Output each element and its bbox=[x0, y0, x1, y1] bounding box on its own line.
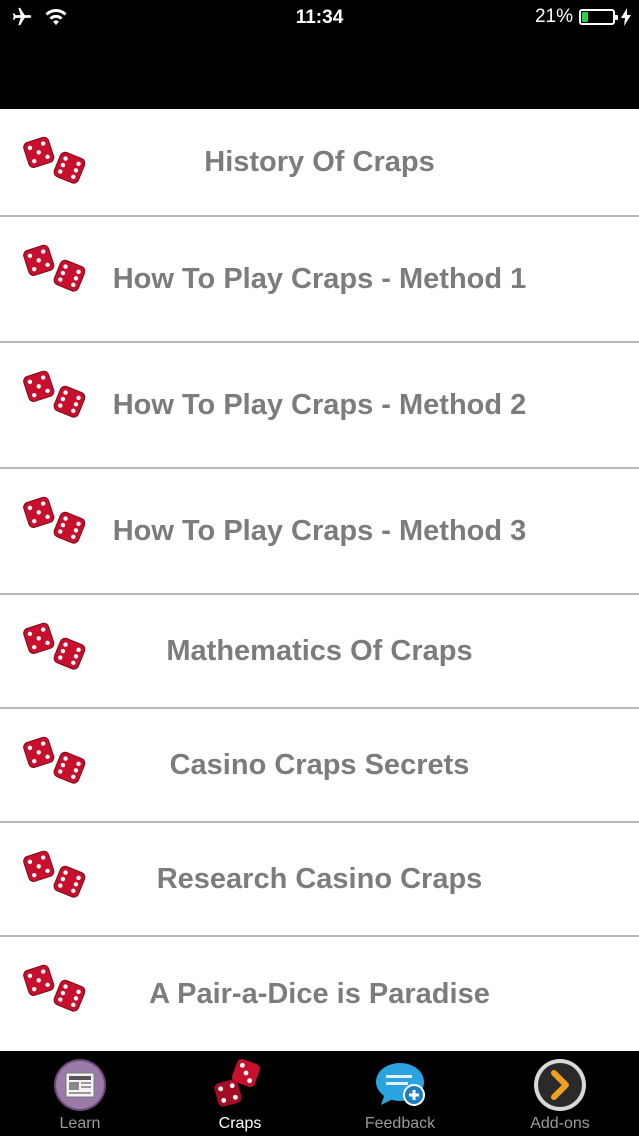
chevron-circle-icon bbox=[534, 1059, 586, 1111]
navigation-bar bbox=[0, 36, 639, 109]
newspaper-icon bbox=[54, 1059, 106, 1111]
dice-icon bbox=[22, 963, 87, 1014]
tab-bar: Learn Craps Feedback Add-ons bbox=[0, 1051, 639, 1136]
battery-fill bbox=[582, 12, 588, 22]
menu-item-label: Research Casino Craps bbox=[156, 862, 483, 895]
menu-item-label: A Pair-a-Dice is Paradise bbox=[149, 977, 490, 1010]
dice-icon bbox=[22, 621, 87, 672]
tab-label: Craps bbox=[218, 1115, 262, 1132]
dice-icon bbox=[22, 735, 87, 786]
dice-icon bbox=[22, 849, 87, 900]
menu-item-mathematics[interactable]: Mathematics Of Craps bbox=[0, 595, 639, 709]
dice-icon bbox=[214, 1059, 260, 1107]
dice-icon bbox=[22, 369, 87, 420]
tab-label: Feedback bbox=[364, 1115, 436, 1132]
menu-item-label: How To Play Craps - Method 2 bbox=[112, 388, 527, 421]
menu-item-method-3[interactable]: How To Play Craps - Method 3 bbox=[0, 469, 639, 595]
charging-bolt-icon bbox=[621, 8, 631, 26]
menu-item-label: How To Play Craps - Method 3 bbox=[112, 514, 527, 547]
menu-item-method-2[interactable]: How To Play Craps - Method 2 bbox=[0, 343, 639, 469]
dice-icon bbox=[22, 243, 87, 294]
menu-item-history[interactable]: History Of Craps bbox=[0, 109, 639, 217]
menu-item-secrets[interactable]: Casino Craps Secrets bbox=[0, 709, 639, 823]
status-bar: 11:34 21% bbox=[0, 0, 639, 36]
menu-item-research[interactable]: Research Casino Craps bbox=[0, 823, 639, 937]
tab-feedback[interactable]: Feedback bbox=[320, 1051, 480, 1136]
menu-item-paradise[interactable]: A Pair-a-Dice is Paradise bbox=[0, 937, 639, 1051]
tab-label: Add-ons bbox=[530, 1115, 590, 1132]
battery-icon bbox=[579, 9, 618, 25]
dice-icon bbox=[22, 495, 87, 546]
tab-add-ons[interactable]: Add-ons bbox=[480, 1051, 639, 1136]
speech-bubble-plus-icon bbox=[376, 1063, 425, 1106]
tab-learn[interactable]: Learn bbox=[0, 1051, 160, 1136]
tab-craps[interactable]: Craps bbox=[160, 1051, 320, 1136]
menu-item-label: Casino Craps Secrets bbox=[169, 748, 470, 781]
tab-label: Learn bbox=[59, 1115, 101, 1132]
menu-item-label: How To Play Craps - Method 1 bbox=[112, 262, 527, 295]
menu-item-method-1[interactable]: How To Play Craps - Method 1 bbox=[0, 217, 639, 343]
menu-list: History Of Craps How To Play Craps - Met… bbox=[0, 109, 639, 1051]
dice-icon bbox=[22, 135, 87, 186]
battery-nub bbox=[615, 15, 618, 20]
menu-item-label: History Of Craps bbox=[204, 145, 435, 178]
status-right: 21% bbox=[535, 6, 631, 28]
battery-percent: 21% bbox=[534, 6, 573, 27]
menu-item-label: Mathematics Of Craps bbox=[166, 634, 473, 667]
